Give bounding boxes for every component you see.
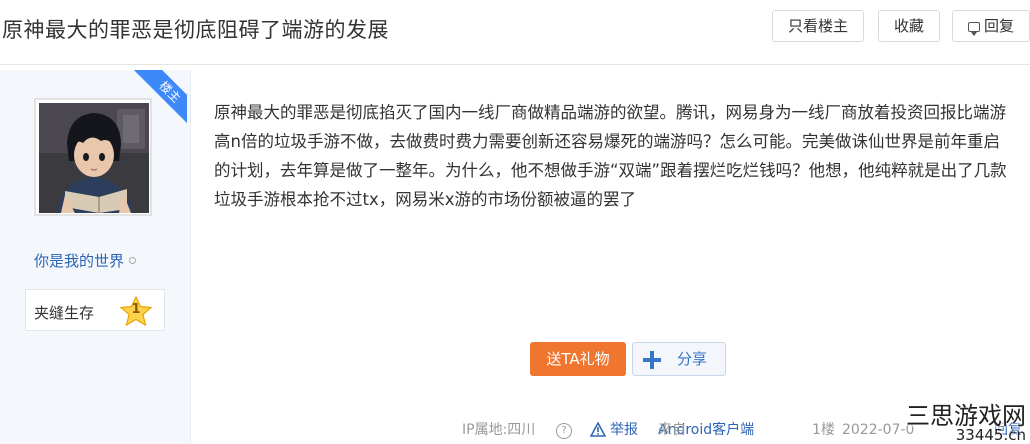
- report-link[interactable]: 举报: [610, 418, 638, 442]
- share-button[interactable]: 分享: [632, 342, 726, 376]
- plus-icon: [643, 351, 661, 369]
- ip-location: IP属地:四川: [462, 422, 536, 438]
- watermark: 三思游戏网 33445.cn: [880, 396, 1030, 444]
- floor-number: 1楼: [812, 422, 835, 438]
- reply-button-label: 回复: [983, 17, 1014, 35]
- only-louzhu-button[interactable]: 只看楼主: [772, 10, 864, 42]
- thread-header: 原神最大的罪恶是彻底阻碍了端游的发展 只看楼主 收藏 回复: [0, 0, 1030, 65]
- author-name-text: 你是我的世界: [34, 252, 125, 270]
- avatar[interactable]: [34, 98, 152, 216]
- author-name[interactable]: 你是我的世界: [34, 250, 137, 271]
- level-badge[interactable]: 夹缝生存 1: [25, 289, 165, 331]
- client-source: 来自 Android客户端: [658, 418, 754, 442]
- reply-button[interactable]: 回复: [952, 10, 1030, 42]
- post-content: 原神最大的罪恶是彻底掐灭了国内一线厂商做精品端游的欲望。腾讯，网易身为一线厂商放…: [214, 98, 1014, 214]
- level-name: 夹缝生存: [34, 304, 95, 322]
- collect-button[interactable]: 收藏: [878, 10, 940, 42]
- send-gift-button[interactable]: 送TA礼物: [530, 342, 626, 376]
- watermark-url: 33445.cn: [955, 426, 1026, 444]
- share-label: 分享: [677, 350, 708, 368]
- user-status-icon: [129, 257, 137, 264]
- post-text: 原神最大的罪恶是彻底掐灭了国内一线厂商做精品端游的欲望。腾讯，网易身为一线厂商放…: [214, 103, 1007, 209]
- reply-icon: [967, 22, 980, 36]
- help-icon[interactable]: ?: [556, 423, 572, 439]
- thread-title: 原神最大的罪恶是彻底阻碍了端游的发展: [2, 18, 389, 42]
- warning-icon: [590, 422, 606, 437]
- client-prefix: 来自: [658, 422, 686, 438]
- avatar-image: [39, 103, 149, 213]
- level-number: 1: [131, 302, 141, 317]
